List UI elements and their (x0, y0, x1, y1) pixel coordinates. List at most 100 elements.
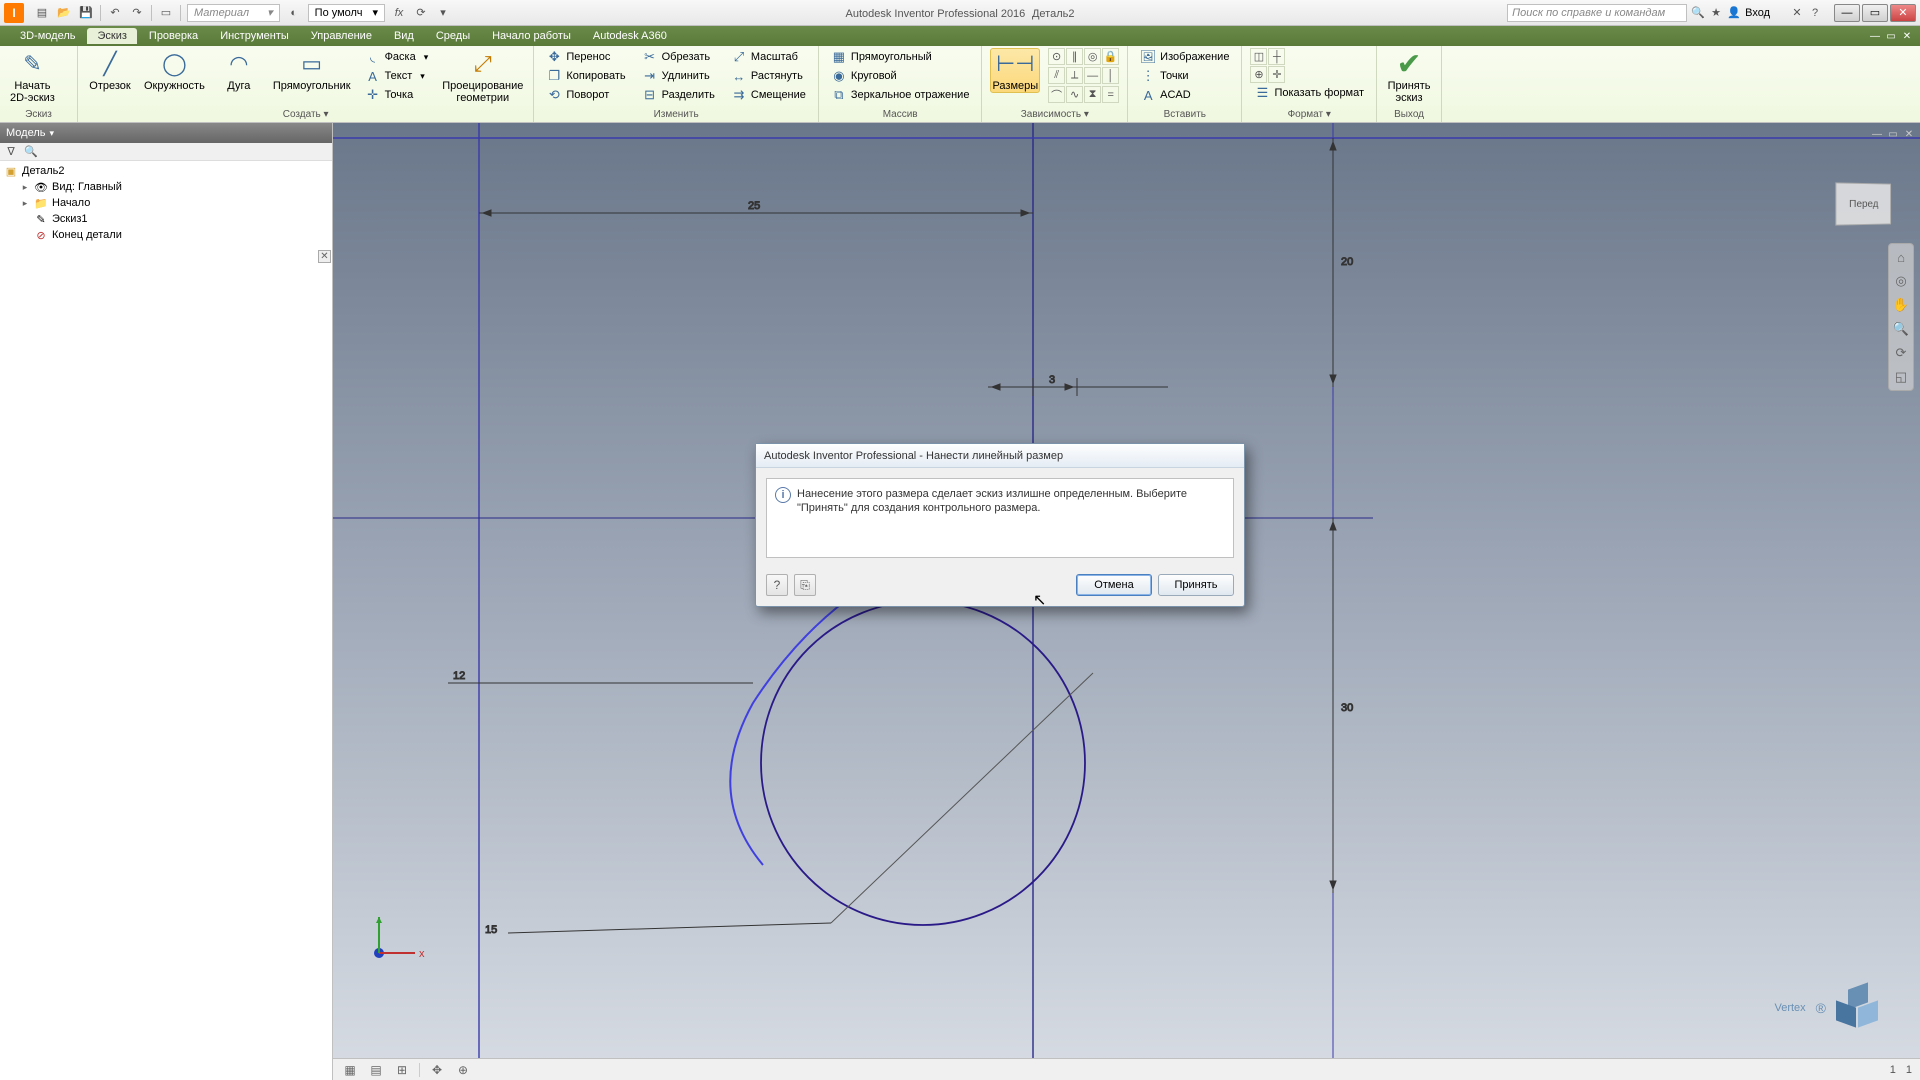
tab-3dmodel[interactable]: 3D-модель (10, 28, 85, 44)
constraint-smooth-icon[interactable]: ∿ (1066, 86, 1083, 103)
trim-button[interactable]: ✂Обрезать (638, 48, 719, 66)
viewcube[interactable]: Перед (1835, 182, 1891, 225)
offset-button[interactable]: ⇉Смещение (727, 86, 810, 104)
expand-icon[interactable]: ▸ (20, 198, 30, 209)
tab-environments[interactable]: Среды (426, 28, 480, 44)
browser-close-icon[interactable]: ✕ (318, 250, 331, 263)
stretch-button[interactable]: ↔Растянуть (727, 67, 810, 85)
insert-acad-button[interactable]: AACAD (1136, 86, 1233, 104)
ribbon-restore-icon[interactable]: ▭ (1884, 29, 1898, 43)
nav-zoom-icon[interactable]: 🔍 (1892, 320, 1910, 338)
dialog-cancel-button[interactable]: Отмена (1076, 574, 1152, 596)
qat-redo-icon[interactable]: ↷ (127, 3, 147, 23)
qat-select-icon[interactable]: ▭ (156, 3, 176, 23)
text-button[interactable]: AТекст▾ (361, 67, 433, 85)
constraint-perpendicular-icon[interactable]: ⟂ (1066, 67, 1083, 84)
panel-format-label[interactable]: Формат (1250, 108, 1368, 122)
tab-sketch[interactable]: Эскиз (87, 28, 136, 44)
insert-image-button[interactable]: 🖼Изображение (1136, 48, 1233, 66)
help-search-input[interactable]: Поиск по справке и командам (1507, 4, 1687, 22)
format-construction-icon[interactable]: ◫ (1250, 48, 1267, 65)
nav-wheel-icon[interactable]: ◎ (1892, 272, 1910, 290)
status-grid-icon[interactable]: ▤ (367, 1062, 385, 1078)
appearance-selector[interactable]: По умолч▾ (308, 4, 385, 22)
rotate-button[interactable]: ⟲Поворот (542, 86, 629, 104)
format-driven-icon[interactable]: ⊕ (1250, 66, 1267, 83)
signin-icon[interactable]: 👤 (1727, 6, 1741, 20)
exchange-icon[interactable]: ✕ (1790, 6, 1804, 20)
tree-view[interactable]: ▸👁Вид: Главный (2, 179, 330, 195)
graphics-canvas[interactable]: — ▭ ✕ 25 3 20 (333, 123, 1920, 1080)
arc-button[interactable]: ◠Дуга (215, 48, 263, 92)
qat-fx-icon[interactable]: fx (389, 3, 409, 23)
maximize-button[interactable]: ▭ (1862, 4, 1888, 22)
material-selector[interactable]: Материал▾ (187, 4, 280, 22)
tree-sketch1[interactable]: ✎Эскиз1 (2, 211, 330, 227)
status-slice-icon[interactable]: ✥ (428, 1062, 446, 1078)
constraint-parallel-icon[interactable]: ⫽ (1048, 67, 1065, 84)
constraint-fix-icon[interactable]: 🔒 (1102, 48, 1119, 65)
constraint-tangent-icon[interactable]: ⌒ (1048, 86, 1065, 103)
point-button[interactable]: ✛Точка (361, 86, 433, 104)
ribbon-min-icon[interactable]: — (1868, 29, 1882, 43)
format-centerline-icon[interactable]: ┼ (1268, 48, 1285, 65)
panel-create-label[interactable]: Создать (86, 108, 525, 122)
fillet-button[interactable]: ◟Фаска▾ (361, 48, 433, 66)
nav-lookat-icon[interactable]: ◱ (1892, 368, 1910, 386)
constraint-symmetric-icon[interactable]: ⧗ (1084, 86, 1101, 103)
qat-open-icon[interactable]: 📂 (54, 3, 74, 23)
pattern-circ-button[interactable]: ◉Круговой (827, 67, 974, 85)
minimize-button[interactable]: — (1834, 4, 1860, 22)
qat-new-icon[interactable]: ▤ (32, 3, 52, 23)
filter-icon[interactable]: ∇ (4, 145, 18, 159)
dialog-copy-button[interactable]: ⎘ (794, 574, 816, 596)
tab-view[interactable]: Вид (384, 28, 424, 44)
find-icon[interactable]: 🔍 (24, 145, 38, 159)
scale-button[interactable]: ⤢Масштаб (727, 48, 810, 66)
dialog-help-button[interactable]: ? (766, 574, 788, 596)
ribbon-close-icon[interactable]: ✕ (1900, 29, 1914, 43)
project-geometry-button[interactable]: ⤢Проецирование геометрии (440, 48, 525, 104)
status-snap-icon[interactable]: ▦ (341, 1062, 359, 1078)
qat-undo-icon[interactable]: ↶ (105, 3, 125, 23)
tree-end[interactable]: ⊘Конец детали (2, 227, 330, 243)
qat-more-icon[interactable]: ▾ (433, 3, 453, 23)
panel-constrain-label[interactable]: Зависимость (990, 108, 1119, 122)
copy-button[interactable]: ❐Копировать (542, 67, 629, 85)
nav-home-icon[interactable]: ⌂ (1892, 248, 1910, 266)
browser-header[interactable]: Модель (0, 123, 332, 143)
format-center-icon[interactable]: ✛ (1268, 66, 1285, 83)
finish-sketch-button[interactable]: ✔ Принять эскиз (1385, 48, 1433, 104)
tree-origin[interactable]: ▸📁Начало (2, 195, 330, 211)
circle-button[interactable]: ◯Окружность (142, 48, 207, 92)
status-showall-icon[interactable]: ⊕ (454, 1062, 472, 1078)
line-button[interactable]: ╱Отрезок (86, 48, 134, 92)
star-icon[interactable]: ★ (1709, 6, 1723, 20)
close-button[interactable]: ✕ (1890, 4, 1916, 22)
nav-pan-icon[interactable]: ✋ (1892, 296, 1910, 314)
show-format-button[interactable]: ☰Показать формат (1250, 84, 1368, 102)
signin-label[interactable]: Вход (1745, 7, 1770, 19)
dimension-button[interactable]: ⊢⊣ Размеры (990, 48, 1040, 93)
constraint-concentric-icon[interactable]: ◎ (1084, 48, 1101, 65)
start-2d-sketch-button[interactable]: ✎ Начать 2D-эскиз (8, 48, 57, 104)
tab-inspect[interactable]: Проверка (139, 28, 208, 44)
status-constraints-icon[interactable]: ⊞ (393, 1062, 411, 1078)
pattern-rect-button[interactable]: ▦Прямоугольный (827, 48, 974, 66)
constraint-collinear-icon[interactable]: ∥ (1066, 48, 1083, 65)
dialog-accept-button[interactable]: Принять (1158, 574, 1234, 596)
mirror-button[interactable]: ⧉Зеркальное отражение (827, 86, 974, 104)
tree-root[interactable]: ▣Деталь2 (2, 163, 330, 179)
search-icon[interactable]: 🔍 (1691, 6, 1705, 20)
help-icon[interactable]: ? (1808, 6, 1822, 20)
extend-button[interactable]: ⇥Удлинить (638, 67, 719, 85)
nav-orbit-icon[interactable]: ⟳ (1892, 344, 1910, 362)
constraint-vertical-icon[interactable]: │ (1102, 67, 1119, 84)
qat-appearance-icon[interactable]: ◐ (284, 3, 304, 23)
constraint-coincident-icon[interactable]: ⊙ (1048, 48, 1065, 65)
rectangle-button[interactable]: ▭Прямоугольник (271, 48, 353, 92)
constraint-equal-icon[interactable]: = (1102, 86, 1119, 103)
insert-points-button[interactable]: ⋮Точки (1136, 67, 1233, 85)
qat-sync-icon[interactable]: ⟳ (411, 3, 431, 23)
constraint-horizontal-icon[interactable]: — (1084, 67, 1101, 84)
